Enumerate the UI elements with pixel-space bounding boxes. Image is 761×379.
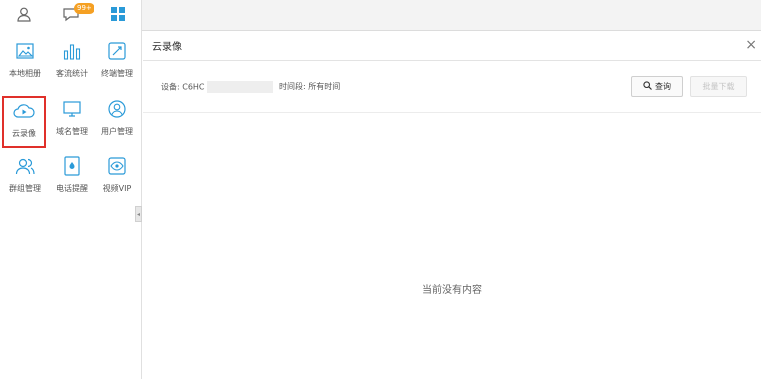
user-manage-icon [106, 98, 128, 120]
redacted-device-id [206, 81, 273, 93]
tab-contacts[interactable] [0, 0, 47, 31]
app-group-management[interactable]: 群组管理 [3, 153, 47, 205]
monitor-icon [61, 98, 83, 120]
app-domain-management[interactable]: 域名管理 [50, 96, 94, 148]
app-local-album[interactable]: 本地相册 [3, 38, 47, 90]
query-button-label: 查询 [655, 82, 671, 91]
app-label: 客流统计 [56, 69, 88, 78]
app-cloud-recording[interactable]: 云录像 [2, 96, 46, 148]
app-label: 域名管理 [56, 127, 88, 136]
sidebar: 99+ 本地相册 客流统计 终端管理 云录像 域名管理 用户管理 群组管理 电话… [0, 0, 142, 379]
app-label: 群组管理 [9, 184, 41, 193]
device-manage-icon [106, 40, 128, 62]
message-count-badge: 99+ [74, 3, 95, 14]
search-icon [643, 81, 652, 92]
device-field: 设备: C6HC [161, 81, 273, 93]
sidebar-tabs: 99+ [0, 0, 142, 31]
eye-vip-icon [106, 155, 128, 177]
cloud-video-icon [13, 100, 35, 122]
app-device-management[interactable]: 终端管理 [95, 38, 139, 90]
app-phone-alert[interactable]: 电话提醒 [50, 153, 94, 205]
tab-apps[interactable] [94, 0, 141, 31]
app-label: 视频VIP [102, 184, 132, 193]
device-label: 设备: C6HC [161, 82, 205, 92]
app-video-vip[interactable]: 视频VIP [95, 153, 139, 205]
apps-grid-icon [110, 6, 125, 25]
empty-state-text: 当前没有内容 [422, 285, 482, 296]
close-icon[interactable]: × [745, 37, 757, 53]
user-icon [16, 6, 32, 26]
app-label: 云录像 [12, 129, 36, 138]
app-label: 本地相册 [9, 69, 41, 78]
app-label: 用户管理 [101, 127, 133, 136]
app-label: 终端管理 [101, 69, 133, 78]
panel-title: 云录像 [152, 42, 182, 53]
panel-header: 云录像 [143, 31, 761, 61]
tab-messages[interactable]: 99+ [47, 0, 95, 31]
bar-chart-icon [61, 40, 83, 62]
app-user-management[interactable]: 用户管理 [95, 96, 139, 148]
filter-bar: 设备: C6HC 时间段: 所有时间 查询 批量下载 [143, 61, 761, 113]
group-icon [14, 155, 36, 177]
photo-album-icon [14, 40, 36, 62]
time-range-field[interactable]: 时间段: 所有时间 [279, 81, 340, 92]
app-label: 电话提醒 [56, 184, 88, 193]
phone-icon [61, 155, 83, 177]
cloud-recording-panel: 云录像 × 设备: C6HC 时间段: 所有时间 查询 批量下载 当前没有内容 [143, 31, 761, 379]
app-traffic-stats[interactable]: 客流统计 [50, 38, 94, 90]
query-button[interactable]: 查询 [631, 76, 683, 97]
sidebar-collapse-handle[interactable]: ◂ [135, 206, 142, 222]
chevron-left-icon: ◂ [136, 210, 140, 218]
batch-download-button[interactable]: 批量下载 [690, 76, 747, 97]
batch-download-label: 批量下载 [702, 82, 735, 91]
